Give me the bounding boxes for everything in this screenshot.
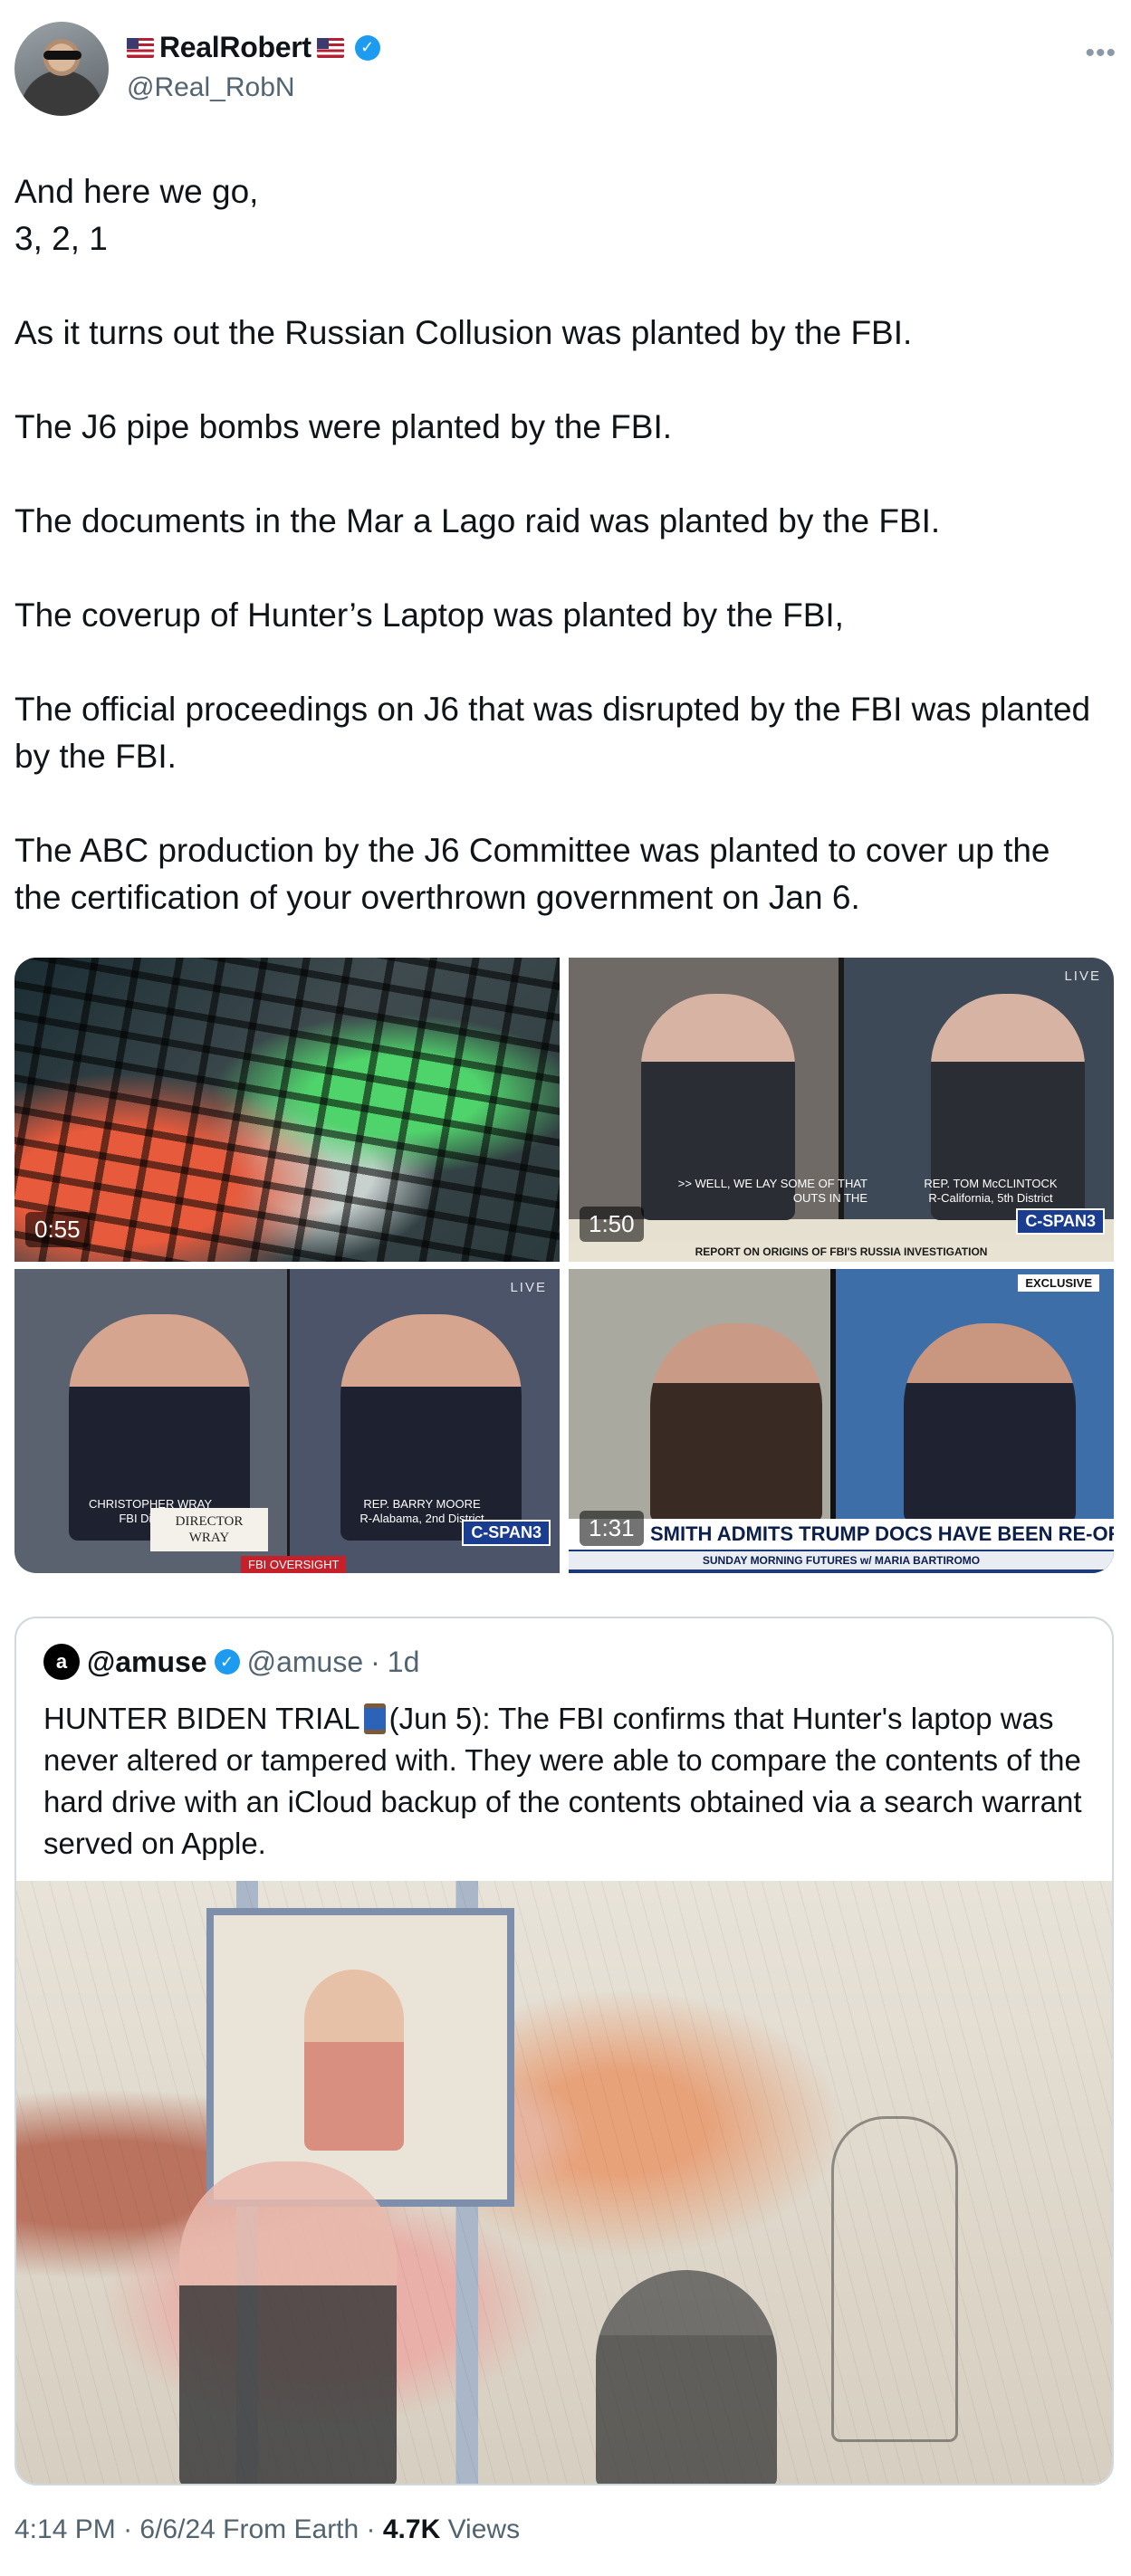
views-count: 4.7K [382,2514,441,2544]
video-duration: 0:55 [25,1212,90,1247]
author-display-name[interactable]: RealRobert [159,31,312,64]
verified-badge-icon: ✓ [214,1649,240,1674]
speaker-name: REP. TOM McCLINTOCK R-California, 5th Di… [924,1177,1058,1205]
quoted-time[interactable]: 1d [388,1646,420,1679]
sketch-monitor-figure [304,1970,404,2151]
courtroom-sketch-image[interactable] [16,1881,1112,2484]
media-grid: 0:55 LIVE >> WELL, WE LAY SOME OF THAT O… [14,958,1114,1573]
author-avatar[interactable] [14,22,109,116]
quoted-tweet[interactable]: a @amuse ✓ @amuse · 1d HUNTER BIDEN TRIA… [14,1617,1114,2485]
video-tile-2[interactable]: LIVE >> WELL, WE LAY SOME OF THAT OUTS I… [569,958,1114,1262]
video-person-left [650,1323,822,1522]
video-person-right [904,1323,1076,1522]
spool-of-thread-icon [363,1703,386,1734]
quoted-avatar-icon[interactable]: a [43,1644,80,1680]
video-tile-1[interactable]: 0:55 [14,958,560,1262]
news-headline: SMITH ADMITS TRUMP DOCS HAVE BEEN RE-ORD… [569,1519,1114,1550]
exclusive-tag: EXCLUSIVE [1018,1274,1099,1292]
video-chyron: >> WELL, WE LAY SOME OF THAT OUTS IN THE [677,1177,867,1205]
sketch-monitor-frame [206,1908,514,2207]
sketch-figure-left [179,2161,397,2484]
video-duration: 1:31 [580,1511,644,1546]
cspan-logo: C-SPAN3 [462,1520,551,1546]
post-date[interactable]: 6/6/24 [139,2514,215,2544]
tweet-text: And here we go, 3, 2, 1 As it turns out … [14,173,1091,916]
video-banner: REPORT ON ORIGINS OF FBI'S RUSSIA INVEST… [569,1242,1114,1262]
fbi-oversight-tag: FBI OVERSIGHT [241,1556,347,1573]
cspan-logo: C-SPAN3 [1016,1208,1105,1235]
live-tag: LIVE [510,1280,547,1295]
tweet-footer: 4:14 PM · 6/6/24 From Earth · 4.7K Views [14,2514,521,2544]
news-subline: SUNDAY MORNING FUTURES w/ MARIA BARTIROM… [569,1551,1114,1569]
post-time[interactable]: 4:14 PM [14,2514,116,2544]
quoted-author-handle[interactable]: @amuse [247,1646,364,1679]
sketch-figure-middle [596,2270,777,2484]
director-nameplate: DIRECTOR WRAY [150,1508,268,1551]
video-tile-4[interactable]: EXCLUSIVE SMITH ADMITS TRUMP DOCS HAVE B… [569,1269,1114,1573]
quoted-tweet-text: HUNTER BIDEN TRIAL (Jun 5): The FBI confi… [43,1698,1094,1865]
quoted-text-start: HUNTER BIDEN TRIAL [43,1702,360,1735]
avatar-glasses [43,51,81,60]
video-tile-3[interactable]: LIVE CHRISTOPHER WRAY FBI Director REP. … [14,1269,560,1573]
author-handle[interactable]: @Real_RobN [127,72,295,103]
more-options-icon[interactable]: ••• [1085,40,1117,67]
author-name-row[interactable]: RealRobert ✓ [127,31,380,64]
tweet-header: RealRobert ✓ @Real_RobN ••• [14,22,1117,116]
sketch-figure-right [831,2116,958,2442]
video-duration: 1:50 [580,1207,644,1242]
quoted-tweet-header: a @amuse ✓ @amuse · 1d [43,1644,419,1680]
live-tag: LIVE [1064,968,1101,984]
us-flag-icon [127,37,154,58]
post-source: From Earth [223,2514,359,2544]
verified-badge-icon: ✓ [354,34,380,61]
us-flag-icon [316,37,344,58]
quoted-author-name[interactable]: @amuse [87,1646,207,1679]
separator-dot: · [370,1645,380,1678]
views-label: Views [447,2514,521,2544]
